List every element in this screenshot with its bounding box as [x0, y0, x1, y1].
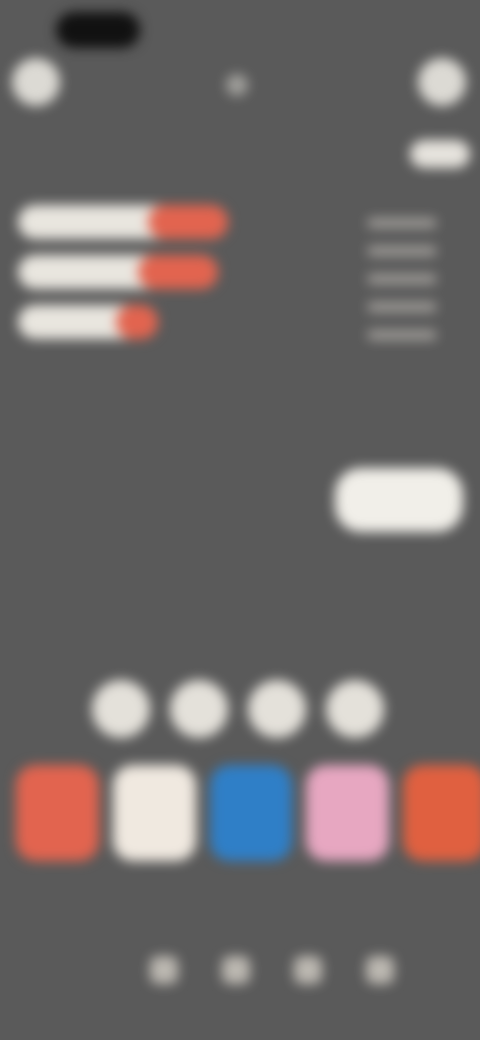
progress-bar-fill	[138, 255, 218, 289]
progress-bars	[18, 205, 238, 365]
profile-avatar-icon[interactable]	[12, 58, 60, 106]
app-tile[interactable]	[16, 765, 99, 861]
app-tile[interactable]	[306, 765, 390, 861]
dock-item-3-icon[interactable]	[294, 956, 322, 984]
tick	[367, 274, 437, 284]
progress-bar-fill	[148, 205, 228, 239]
app-tile[interactable]	[112, 765, 196, 861]
dock-item-1-icon[interactable]	[150, 956, 178, 984]
tick	[367, 302, 437, 312]
page-title	[16, 130, 216, 170]
right-tick-list	[332, 218, 472, 340]
progress-bar	[18, 255, 218, 289]
quick-action-1-icon[interactable]	[92, 680, 150, 738]
tick	[367, 330, 437, 340]
dock-item-2-icon[interactable]	[222, 956, 250, 984]
center-indicator-icon	[226, 74, 248, 96]
bottom-dock	[150, 950, 450, 990]
progress-bar	[18, 205, 228, 239]
quick-action-2-icon[interactable]	[170, 680, 228, 738]
quick-action-3-icon[interactable]	[248, 680, 306, 738]
quick-actions-row	[92, 680, 412, 750]
tick	[367, 246, 437, 256]
dock-item-4-icon[interactable]	[366, 956, 394, 984]
app-tile[interactable]	[403, 765, 480, 861]
camera-cutout	[56, 12, 140, 48]
tick	[367, 218, 437, 228]
progress-bar	[18, 305, 158, 339]
top-right-pill[interactable]	[410, 140, 470, 168]
quick-action-4-icon[interactable]	[326, 680, 384, 738]
app-tile[interactable]	[209, 765, 293, 861]
progress-bar-fill	[116, 305, 158, 339]
primary-button[interactable]	[335, 468, 463, 532]
tiles-row	[16, 765, 480, 885]
settings-icon[interactable]	[418, 58, 466, 106]
